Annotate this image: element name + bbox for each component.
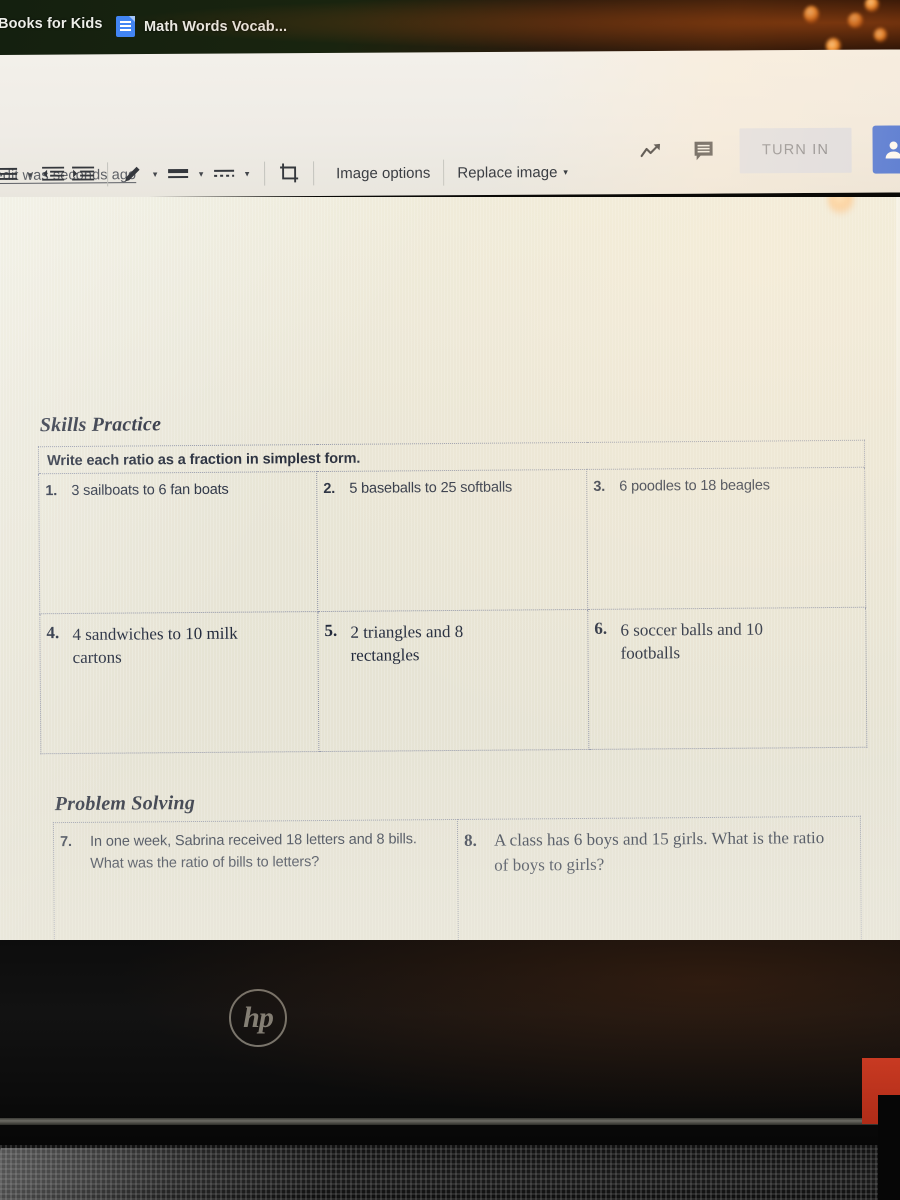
- question-number: 4.: [46, 623, 60, 643]
- question-text: 3 sailboats to 6 fan boats: [71, 481, 229, 499]
- decrease-indent-icon[interactable]: [38, 158, 68, 192]
- pencil-icon[interactable]: [117, 157, 147, 191]
- question-text: 6 poodles to 18 beagles: [619, 477, 770, 495]
- skills-practice-table: Write each ratio as a fraction in simple…: [38, 440, 867, 754]
- hp-logo: hp: [229, 989, 287, 1047]
- toolbar-divider: [107, 162, 109, 187]
- replace-image-label: Replace image: [457, 163, 558, 182]
- question-number: 2.: [323, 480, 336, 498]
- document-page[interactable]: Skills Practice Write each ratio as a fr…: [0, 197, 900, 942]
- question-text: 2 triangles and 8 rectangles: [350, 621, 464, 666]
- border-dash-caret-icon[interactable]: ▾: [239, 157, 255, 191]
- question-cell-5[interactable]: 5. 2 triangles and 8 rectangles: [317, 609, 589, 752]
- list-icon[interactable]: [0, 158, 22, 192]
- light-reflection: [848, 13, 863, 28]
- question-number: 7.: [59, 833, 73, 851]
- image-format-toolbar: ▾ ▾ ▾ ▾ Image options Replace image ▾: [0, 147, 900, 198]
- browser-tab-label: Books for Kids: [0, 16, 103, 32]
- border-weight-caret-icon[interactable]: ▾: [193, 157, 209, 191]
- question-text: 4 sandwiches to 10 milk cartons: [72, 623, 238, 668]
- problem-solving-table: 7. In one week, Sabrina received 18 lette…: [53, 816, 863, 942]
- question-text: A class has 6 boys and 15 girls. What is…: [493, 828, 825, 875]
- browser-tab-math-words-vocab[interactable]: Math Words Vocab...: [116, 16, 287, 37]
- skills-practice-heading: Skills Practice: [39, 413, 162, 437]
- question-text: In one week, Sabrina received 18 letters…: [89, 831, 417, 872]
- light-reflection: [804, 6, 819, 23]
- border-color-caret-icon[interactable]: ▾: [147, 157, 163, 191]
- increase-indent-icon[interactable]: [68, 157, 98, 191]
- border-weight-icon[interactable]: [163, 157, 193, 191]
- document-right-edge: [896, 197, 900, 942]
- problem-solving-heading: Problem Solving: [54, 792, 196, 816]
- light-reflection: [874, 28, 887, 42]
- question-cell-4[interactable]: 4. 4 sandwiches to 10 milk cartons: [39, 611, 319, 754]
- question-cell-7[interactable]: 7. In one week, Sabrina received 18 lette…: [53, 819, 460, 942]
- question-cell-1[interactable]: 1. 3 sailboats to 6 fan boats: [38, 471, 318, 614]
- worksheet-image[interactable]: Skills Practice Write each ratio as a fr…: [0, 197, 900, 942]
- browser-tab-label: Math Words Vocab...: [144, 18, 288, 35]
- screenshot-root: Books for Kids Math Words Vocab... edit …: [0, 0, 900, 1200]
- question-text: 6 soccer balls and 10 footballs: [620, 619, 764, 664]
- table-row: 4. 4 sandwiches to 10 milk cartons 5. 2 tr…: [39, 607, 867, 754]
- question-text: 5 baseballs to 25 softballs: [349, 479, 513, 497]
- question-cell-8[interactable]: 8. A class has 6 boys and 15 girls. What …: [457, 816, 863, 942]
- laptop-hinge: [0, 1118, 900, 1125]
- table-row: 1. 3 sailboats to 6 fan boats 2. 5 basebal…: [38, 467, 866, 614]
- keyboard-light-sheen: [0, 1148, 422, 1200]
- laptop-bezel: hp: [0, 940, 900, 1150]
- crop-icon[interactable]: [274, 156, 304, 190]
- list-options-caret-icon[interactable]: ▾: [22, 158, 38, 192]
- browser-tab-strip: Books for Kids Math Words Vocab...: [0, 0, 900, 57]
- question-number: 6.: [594, 618, 608, 638]
- browser-tab-books-for-kids[interactable]: Books for Kids: [0, 16, 103, 32]
- question-cell-3[interactable]: 3. 6 poodles to 18 beagles: [586, 467, 866, 610]
- replace-image-button[interactable]: Replace image ▾: [444, 155, 581, 190]
- google-docs-icon: [116, 16, 135, 37]
- question-cell-6[interactable]: 6. 6 soccer balls and 10 footballs: [587, 607, 867, 750]
- question-number: 3.: [593, 478, 606, 495]
- question-cell-2[interactable]: 2. 5 baseballs to 25 softballs: [316, 469, 588, 612]
- toolbar-divider: [313, 161, 315, 186]
- laptop-right-shadow: [878, 1095, 900, 1200]
- question-number: 5.: [324, 620, 338, 640]
- replace-image-caret-icon: ▾: [563, 166, 568, 177]
- question-number: 8.: [463, 830, 477, 850]
- table-row: 7. In one week, Sabrina received 18 lette…: [53, 816, 863, 942]
- border-dash-icon[interactable]: [209, 157, 239, 191]
- image-options-button[interactable]: Image options: [323, 156, 443, 191]
- light-reflection: [865, 0, 879, 12]
- question-number: 1.: [45, 483, 58, 500]
- toolbar-divider: [264, 161, 266, 186]
